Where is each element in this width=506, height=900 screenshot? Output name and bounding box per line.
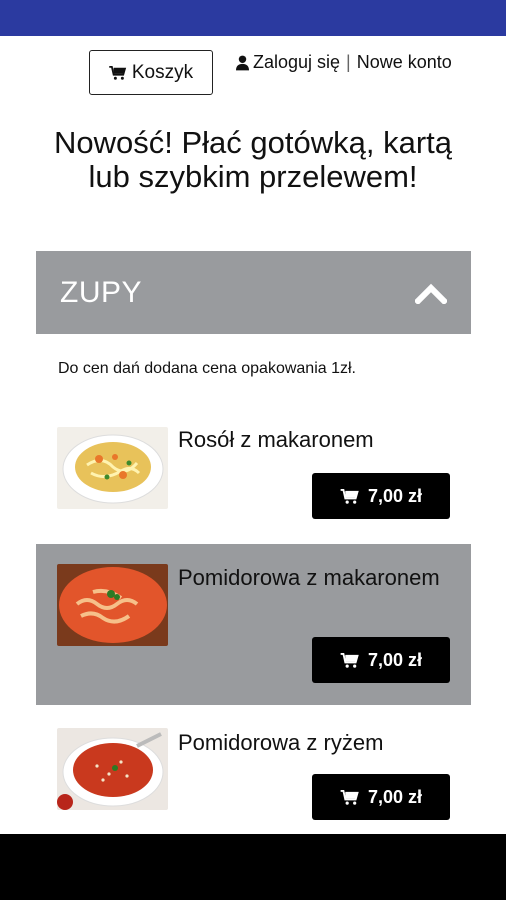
category-notice: Do cen dań dodana cena opakowania 1zł.: [58, 360, 356, 377]
item-image-rosol: [57, 427, 168, 509]
menu-item: Rosół z makaronem 7,00 zł: [36, 414, 471, 544]
cart-icon: [340, 789, 359, 805]
login-link[interactable]: Zaloguj się: [253, 52, 340, 73]
register-link[interactable]: Nowe konto: [357, 52, 452, 73]
item-image-pomidorowa-ryz: [57, 728, 168, 810]
cart-button-label: Koszyk: [131, 61, 194, 83]
account-links: Zaloguj się | Nowe konto: [236, 52, 452, 73]
cart-icon: [340, 488, 359, 504]
separator: |: [346, 52, 351, 72]
cart-icon: [109, 65, 127, 80]
menu-item: Pomidorowa z ryżem 7,00 zł: [36, 705, 471, 834]
cart-button[interactable]: Koszyk: [89, 50, 213, 95]
category-header-zupy[interactable]: ZUPY: [36, 251, 471, 334]
promo-banner: Nowość! Płać gotówką, kartą lub szybkim …: [53, 125, 452, 194]
menu-item: Pomidorowa z makaronem 7,00 zł: [36, 544, 471, 705]
item-image-pomidorowa-makaron: [57, 564, 168, 646]
item-name: Pomidorowa z makaronem: [178, 565, 440, 590]
price-label: 7,00 zł: [367, 649, 423, 670]
status-bar: [0, 0, 506, 36]
category-title: ZUPY: [60, 275, 143, 309]
user-icon: [236, 55, 249, 70]
add-to-cart-button[interactable]: 7,00 zł: [312, 774, 450, 820]
navigation-bar: [0, 834, 506, 900]
chevron-up-icon[interactable]: [415, 282, 447, 304]
item-name: Rosół z makaronem: [178, 427, 374, 452]
price-label: 7,00 zł: [367, 786, 423, 807]
cart-icon: [340, 652, 359, 668]
item-name: Pomidorowa z ryżem: [178, 730, 384, 755]
add-to-cart-button[interactable]: 7,00 zł: [312, 637, 450, 683]
add-to-cart-button[interactable]: 7,00 zł: [312, 473, 450, 519]
price-label: 7,00 zł: [367, 485, 423, 506]
